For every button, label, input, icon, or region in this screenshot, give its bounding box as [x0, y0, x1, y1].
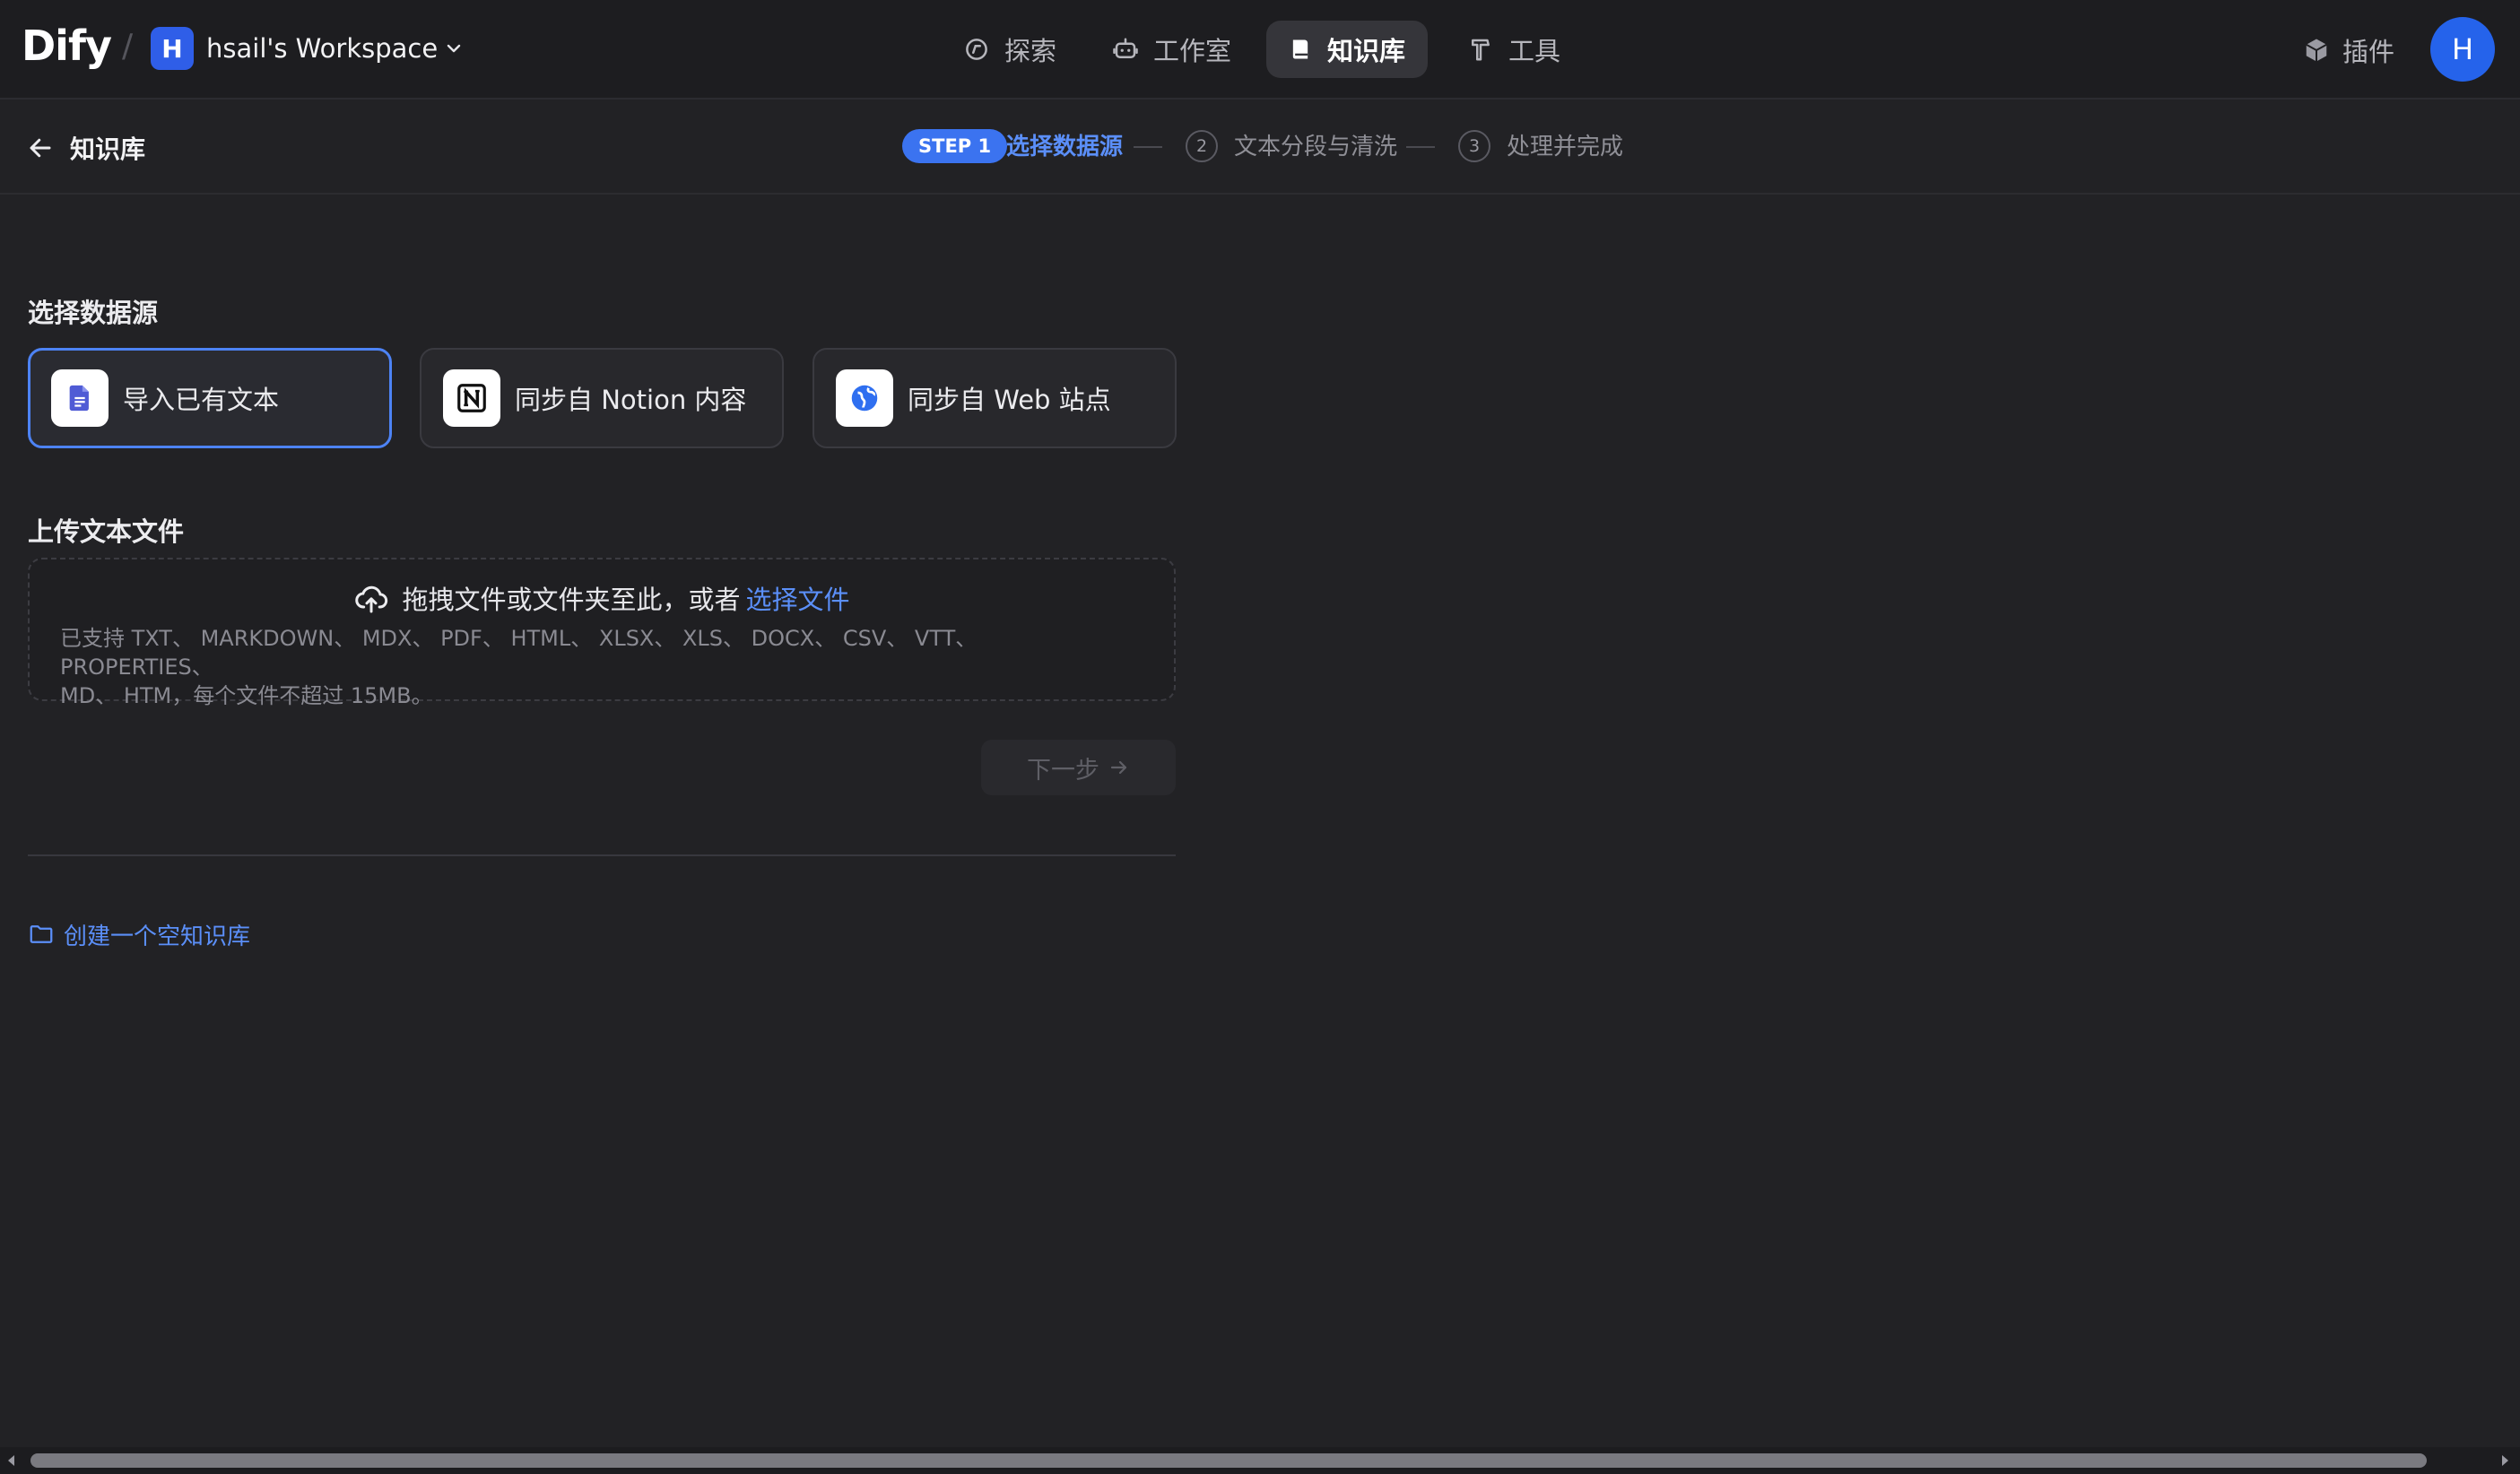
- nav-studio[interactable]: 工作室: [1091, 21, 1253, 78]
- section-divider: [28, 854, 1176, 856]
- dropzone-text: 拖拽文件或文件夹至此，或者: [402, 585, 741, 615]
- workspace-name: hsail's Workspace: [206, 33, 439, 64]
- compass-icon: [963, 36, 990, 63]
- cloud-upload-icon: [353, 580, 389, 616]
- scrollbar-thumb[interactable]: [30, 1453, 2427, 1468]
- datasource-option-file[interactable]: 导入已有文本: [28, 348, 392, 448]
- hammer-icon: [1467, 36, 1494, 63]
- nav-explore[interactable]: 探索: [942, 21, 1078, 78]
- datasource-title: 选择数据源: [28, 298, 159, 328]
- step3-number: 3: [1458, 130, 1490, 162]
- datasource-option-notion-label: 同步自 Notion 内容: [515, 385, 747, 415]
- step2-number: 2: [1186, 130, 1218, 162]
- plugins-label: 插件: [2342, 37, 2395, 67]
- breadcrumb-separator: /: [122, 28, 134, 65]
- horizontal-scrollbar[interactable]: [0, 1447, 2520, 1474]
- supported-formats-line1: 已支持 TXT、 MARKDOWN、 MDX、 PDF、 HTML、 XLSX、…: [60, 626, 978, 680]
- robot-icon: [1112, 36, 1139, 63]
- scroll-right-arrow-icon[interactable]: [2497, 1452, 2513, 1469]
- datasource-option-notion[interactable]: 同步自 Notion 内容: [420, 348, 784, 448]
- back-label: 知识库: [70, 134, 146, 164]
- cube-icon: [2303, 37, 2330, 64]
- nav-knowledge-label: 知识库: [1327, 36, 1406, 66]
- nav-studio-label: 工作室: [1153, 36, 1232, 66]
- next-step-label: 下一步: [1027, 756, 1099, 785]
- globe-icon: [836, 369, 893, 427]
- plugins-button[interactable]: 插件: [2303, 30, 2394, 70]
- supported-formats-line2: MD、 HTM，每个文件不超过 15MB。: [60, 683, 433, 708]
- folder-icon: [28, 921, 55, 948]
- create-empty-label: 创建一个空知识库: [64, 923, 251, 950]
- step3-label: 处理并完成: [1507, 134, 1624, 160]
- dify-logo[interactable]: Dify: [22, 18, 112, 74]
- workspace-avatar: H: [151, 27, 194, 70]
- file-text-icon: [51, 369, 109, 427]
- book-icon: [1288, 37, 1313, 62]
- arrow-right-icon: [1108, 757, 1130, 778]
- chevron-down-icon: [445, 39, 463, 57]
- top-navigation-bar: Dify / H hsail's Workspace 探索 工作室 知识库 工具…: [0, 0, 2520, 100]
- arrow-left-icon: [27, 134, 54, 161]
- select-file-link[interactable]: 选择文件: [746, 579, 850, 617]
- nav-explore-label: 探索: [1004, 36, 1057, 66]
- file-dropzone[interactable]: 拖拽文件或文件夹至此，或者 选择文件 已支持 TXT、 MARKDOWN、 MD…: [28, 558, 1176, 708]
- nav-tools-label: 工具: [1508, 36, 1561, 66]
- step1-label: 选择数据源: [1006, 134, 1124, 160]
- back-button[interactable]: 知识库: [27, 130, 145, 166]
- datasource-option-web[interactable]: 同步自 Web 站点: [812, 348, 1177, 448]
- notion-icon: [443, 369, 500, 427]
- nav-knowledge[interactable]: 知识库: [1266, 21, 1428, 78]
- supported-formats: 已支持 TXT、 MARKDOWN、 MDX、 PDF、 HTML、 XLSX、…: [60, 624, 1136, 710]
- upload-title: 上传文本文件: [28, 516, 185, 547]
- create-dataset-header: 知识库 STEP 1 选择数据源 2 文本分段与清洗 3 处理并完成: [0, 100, 2520, 195]
- step2-label: 文本分段与清洗: [1234, 134, 1398, 160]
- step-connector: [1406, 146, 1435, 148]
- dropzone-instruction: 拖拽文件或文件夹至此，或者 选择文件: [30, 579, 1174, 617]
- scroll-left-arrow-icon[interactable]: [4, 1452, 20, 1469]
- datasource-option-web-label: 同步自 Web 站点: [908, 385, 1111, 415]
- step1-badge: STEP 1: [902, 129, 1008, 163]
- create-empty-knowledge-link[interactable]: 创建一个空知识库: [28, 916, 250, 952]
- datasource-option-file-label: 导入已有文本: [123, 385, 280, 415]
- workspace-switcher[interactable]: H hsail's Workspace: [151, 25, 463, 72]
- user-avatar[interactable]: H: [2430, 17, 2495, 82]
- nav-tools[interactable]: 工具: [1446, 21, 1582, 78]
- step-connector: [1134, 146, 1162, 148]
- next-step-button[interactable]: 下一步: [981, 740, 1176, 795]
